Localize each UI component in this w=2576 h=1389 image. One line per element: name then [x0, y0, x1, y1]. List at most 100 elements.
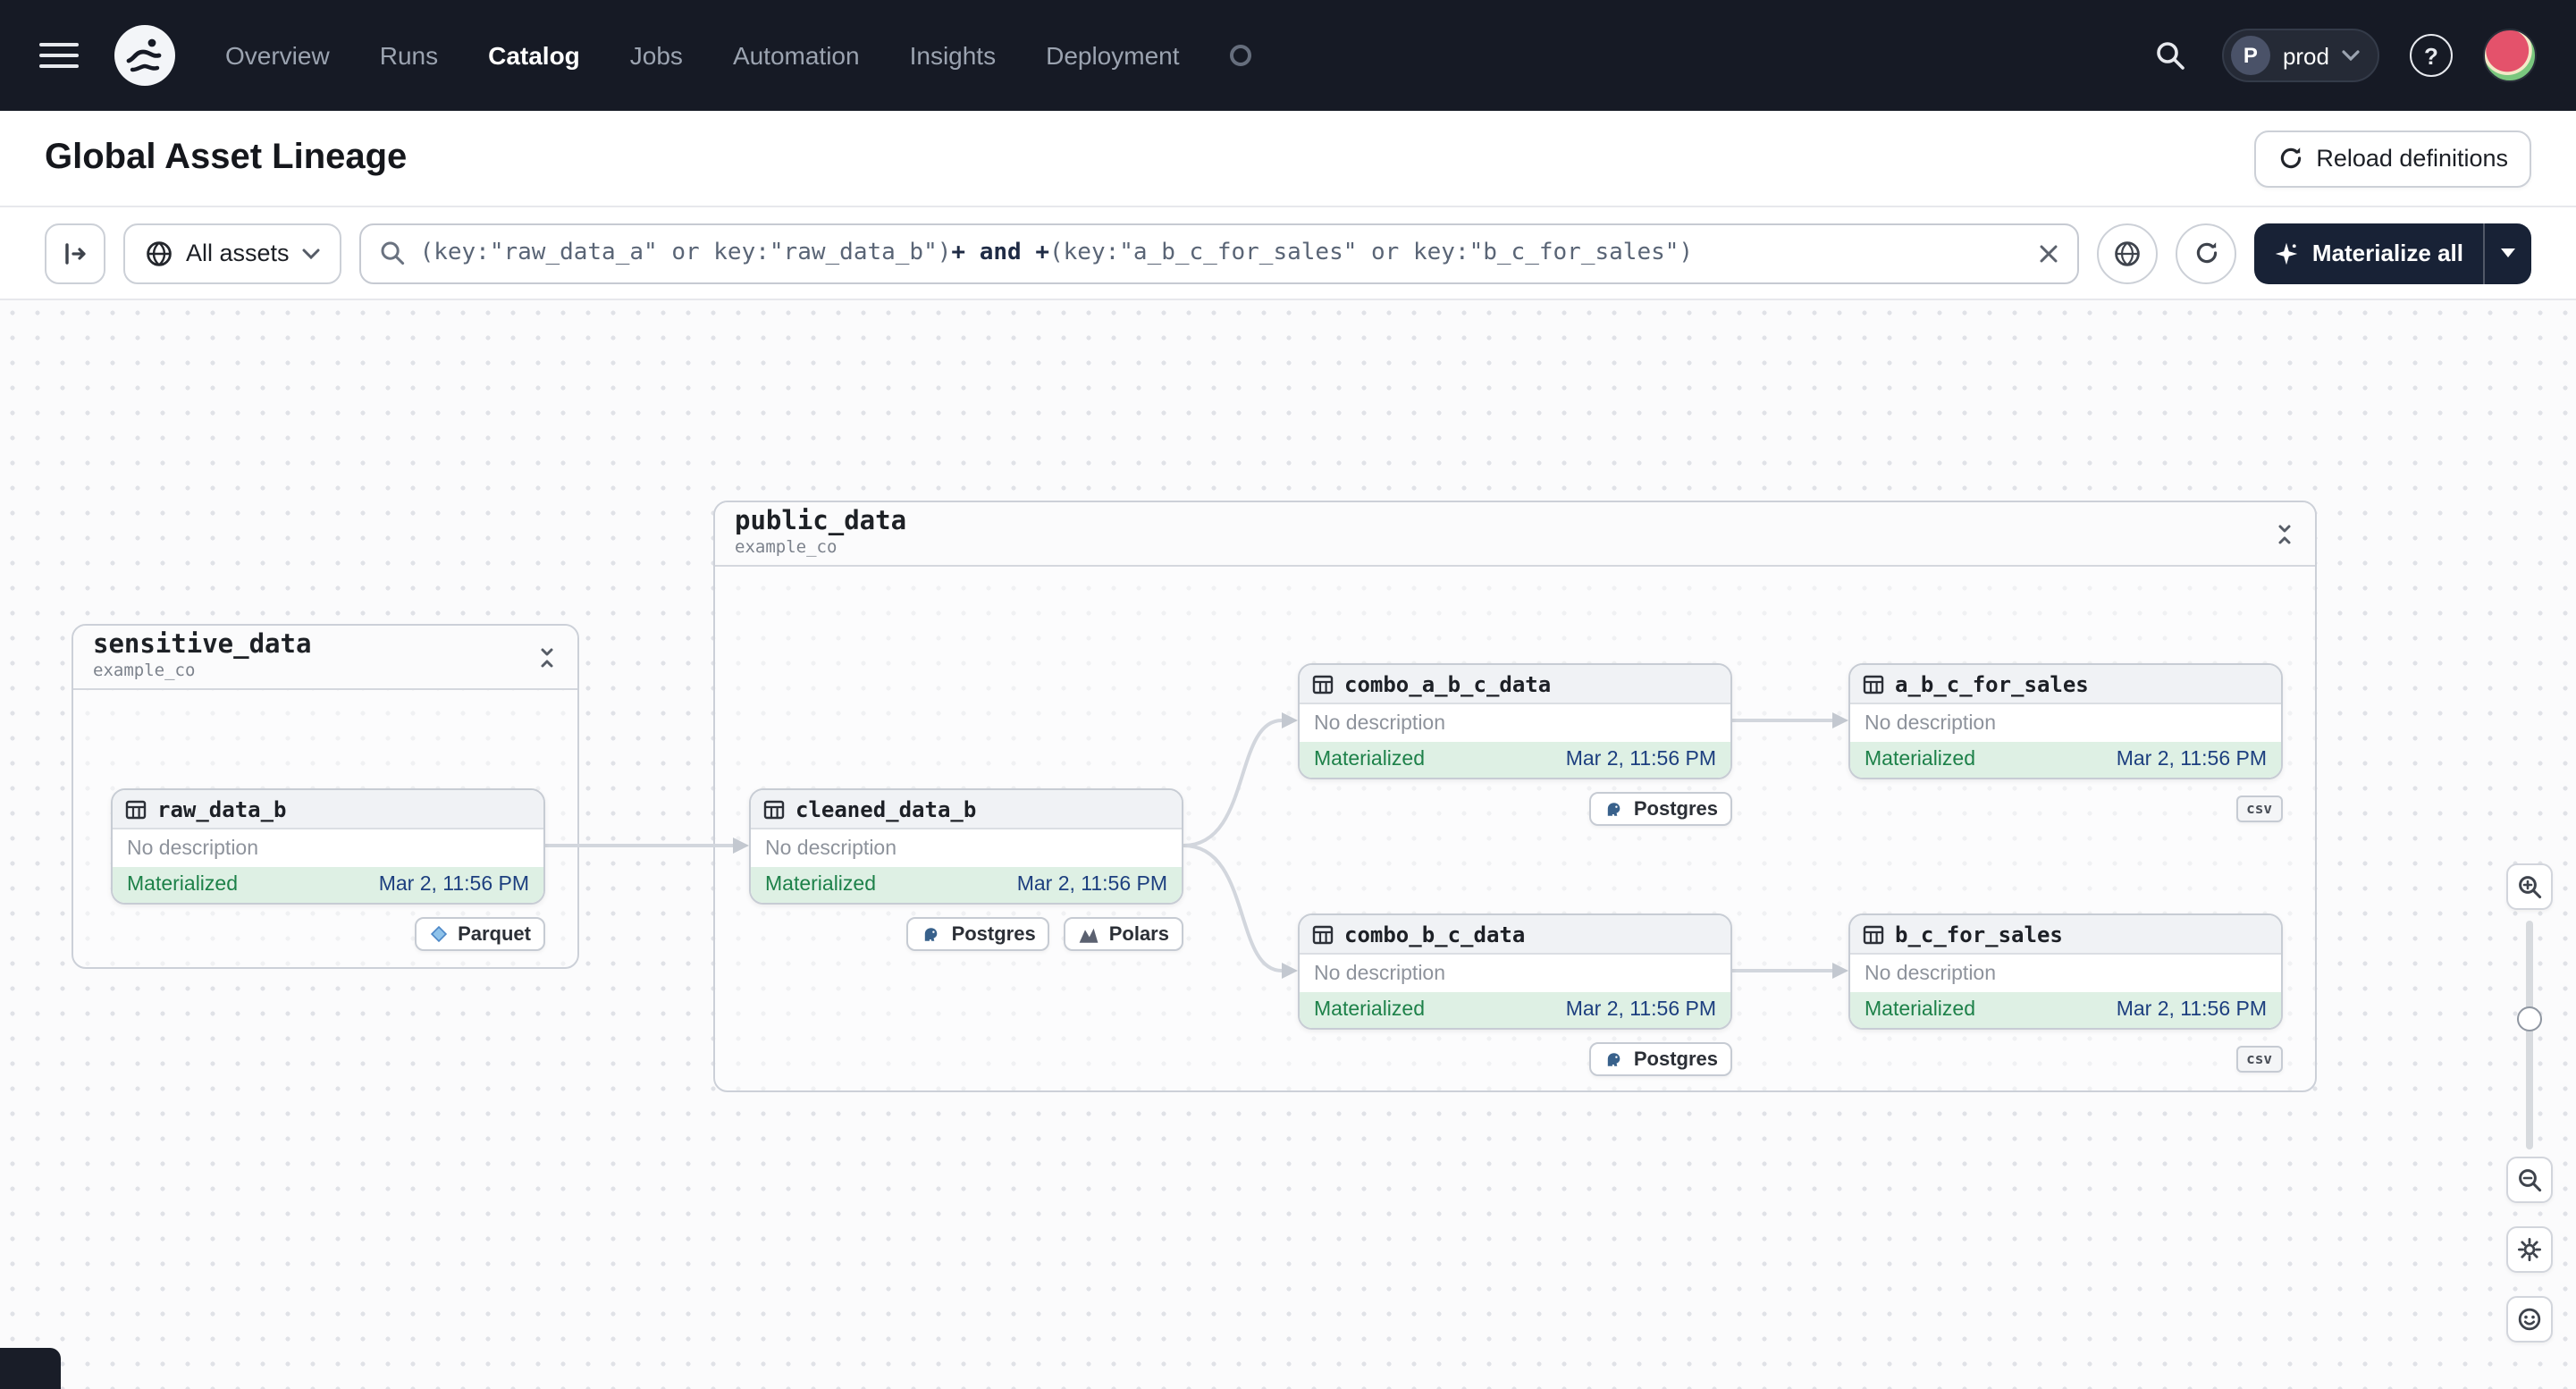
- asset-name: a_b_c_for_sales: [1895, 671, 2089, 696]
- table-icon: [763, 799, 785, 819]
- asset-tags-combo-a-b-c-data: Postgres: [1298, 792, 1732, 826]
- zoom-slider-track[interactable]: [2526, 921, 2533, 1149]
- caret-down-icon: [2501, 248, 2515, 257]
- asset-node-header: cleaned_data_b: [751, 790, 1182, 829]
- asset-node-raw-data-b[interactable]: raw_data_b No description Materialized M…: [111, 788, 545, 905]
- asset-description: No description: [1314, 712, 1446, 734]
- nav-links: Overview Runs Catalog Jobs Automation In…: [225, 41, 1251, 70]
- postgres-icon: [925, 927, 938, 940]
- menu-icon[interactable]: [39, 43, 79, 68]
- nav-item-deployment[interactable]: Deployment: [1046, 41, 1179, 70]
- nav-item-overview[interactable]: Overview: [225, 41, 330, 70]
- app-root: Overview Runs Catalog Jobs Automation In…: [0, 0, 2576, 1389]
- asset-node-header: combo_b_c_data: [1300, 915, 1730, 955]
- search-icon[interactable]: [2143, 29, 2197, 82]
- asset-description: No description: [127, 838, 259, 859]
- zoom-slider-knob[interactable]: [2517, 1006, 2542, 1031]
- refresh-button[interactable]: [2176, 223, 2237, 283]
- asset-status-row: Materialized Mar 2, 11:56 PM: [751, 867, 1182, 903]
- asset-node-combo-b-c-data[interactable]: combo_b_c_data No description Materializ…: [1298, 913, 1732, 1030]
- deployment-initial-badge: P: [2230, 36, 2270, 75]
- reload-definitions-label: Reload definitions: [2316, 145, 2508, 172]
- tag-postgres[interactable]: Postgres: [906, 917, 1050, 951]
- tag-polars[interactable]: Polars: [1064, 917, 1183, 951]
- graph-settings-button[interactable]: [2506, 1226, 2553, 1273]
- gear-icon: [2518, 1238, 2541, 1261]
- bottom-left-overlay[interactable]: [0, 1348, 61, 1389]
- help-icon: ?: [2410, 34, 2453, 77]
- materialization-timestamp[interactable]: Mar 2, 11:56 PM: [2117, 749, 2267, 770]
- asset-tags-combo-b-c-data: Postgres: [1298, 1042, 1732, 1076]
- asset-name: b_c_for_sales: [1895, 922, 2063, 947]
- user-avatar[interactable]: [2483, 29, 2537, 82]
- globe-lines-icon: [2116, 240, 2141, 265]
- asset-node-a-b-c-for-sales[interactable]: a_b_c_for_sales No description Materiali…: [1848, 663, 2283, 779]
- asset-node-cleaned-data-b[interactable]: cleaned_data_b No description Materializ…: [749, 788, 1183, 905]
- loading-spinner-icon: [1229, 45, 1251, 66]
- materialize-all-button[interactable]: Materialize all: [2254, 223, 2531, 283]
- asset-tags-b-c-for-sales: csv: [1848, 1046, 2283, 1073]
- nav-item-jobs[interactable]: Jobs: [630, 41, 683, 70]
- asset-name: combo_b_c_data: [1344, 922, 1526, 947]
- status-badge: Materialized: [1865, 999, 1975, 1021]
- materialization-timestamp[interactable]: Mar 2, 11:56 PM: [2117, 999, 2267, 1021]
- reload-definitions-button[interactable]: Reload definitions: [2253, 130, 2531, 187]
- asset-tags-raw-data-b: Parquet: [111, 917, 545, 951]
- asset-node-header: combo_a_b_c_data: [1300, 665, 1730, 704]
- csv-icon[interactable]: csv: [2235, 1046, 2283, 1073]
- deployment-switcher[interactable]: P prod: [2221, 29, 2379, 82]
- clear-query-icon[interactable]: [2039, 242, 2060, 264]
- tag-parquet[interactable]: Parquet: [415, 917, 545, 951]
- polars-icon: [1080, 927, 1099, 942]
- asset-name: combo_a_b_c_data: [1344, 671, 1552, 696]
- reload-icon: [2280, 147, 2301, 169]
- asset-node-combo-a-b-c-data[interactable]: combo_a_b_c_data No description Material…: [1298, 663, 1732, 779]
- asset-tags-cleaned-data-b: Postgres Polars: [749, 917, 1183, 951]
- asset-status-row: Materialized Mar 2, 11:56 PM: [1300, 742, 1730, 778]
- table-icon: [1863, 924, 1884, 944]
- postgres-icon: [1607, 1052, 1621, 1065]
- dagster-logo-icon[interactable]: [111, 21, 179, 89]
- zoom-out-icon: [2519, 1169, 2542, 1192]
- table-icon: [1312, 674, 1334, 694]
- help-button[interactable]: ?: [2404, 29, 2458, 82]
- asset-scope-label: All assets: [186, 240, 290, 266]
- panel-toggle-button[interactable]: [45, 223, 105, 283]
- zoom-in-button[interactable]: [2506, 863, 2553, 910]
- refresh-icon: [2196, 242, 2218, 264]
- status-badge: Materialized: [127, 874, 238, 896]
- asset-node-header: a_b_c_for_sales: [1850, 665, 2281, 704]
- tag-postgres[interactable]: Postgres: [1588, 792, 1732, 826]
- asset-description: No description: [765, 838, 897, 859]
- graph-display-options-button[interactable]: [2097, 223, 2159, 283]
- table-icon: [1863, 674, 1884, 694]
- query-text: (key:"raw_data_a" or key:"raw_data_b")+ …: [419, 240, 1694, 266]
- smiley-icon: [2518, 1308, 2541, 1331]
- lineage-canvas[interactable]: sensitive_data example_co public_data ex…: [0, 300, 2576, 1389]
- status-badge: Materialized: [1865, 749, 1975, 770]
- csv-icon[interactable]: csv: [2235, 796, 2283, 822]
- materialization-timestamp[interactable]: Mar 2, 11:56 PM: [1566, 999, 1716, 1021]
- feedback-button[interactable]: [2506, 1296, 2553, 1343]
- materialization-timestamp[interactable]: Mar 2, 11:56 PM: [1566, 749, 1716, 770]
- nav-item-insights[interactable]: Insights: [910, 41, 997, 70]
- asset-description: No description: [1865, 712, 1997, 734]
- asset-status-row: Materialized Mar 2, 11:56 PM: [113, 867, 543, 903]
- asset-node-b-c-for-sales[interactable]: b_c_for_sales No description Materialize…: [1848, 913, 2283, 1030]
- asset-description: No description: [1865, 963, 1997, 984]
- nav-item-catalog[interactable]: Catalog: [488, 41, 580, 70]
- lineage-toolbar: All assets (key:"raw_data_a" or key:"raw…: [0, 207, 2576, 300]
- zoom-slider[interactable]: [2506, 921, 2553, 1149]
- asset-node-header: raw_data_b: [113, 790, 543, 829]
- tag-postgres[interactable]: Postgres: [1588, 1042, 1732, 1076]
- chevron-down-icon: [2342, 50, 2360, 61]
- materialization-timestamp[interactable]: Mar 2, 11:56 PM: [1017, 874, 1167, 896]
- asset-scope-selector[interactable]: All assets: [123, 223, 341, 283]
- zoom-out-button[interactable]: [2506, 1157, 2553, 1203]
- asset-node-header: b_c_for_sales: [1850, 915, 2281, 955]
- asset-query-input[interactable]: (key:"raw_data_a" or key:"raw_data_b")+ …: [358, 223, 2080, 283]
- nav-item-automation[interactable]: Automation: [733, 41, 860, 70]
- materialize-options-button[interactable]: [2483, 223, 2531, 283]
- nav-item-runs[interactable]: Runs: [380, 41, 438, 70]
- materialization-timestamp[interactable]: Mar 2, 11:56 PM: [379, 874, 529, 896]
